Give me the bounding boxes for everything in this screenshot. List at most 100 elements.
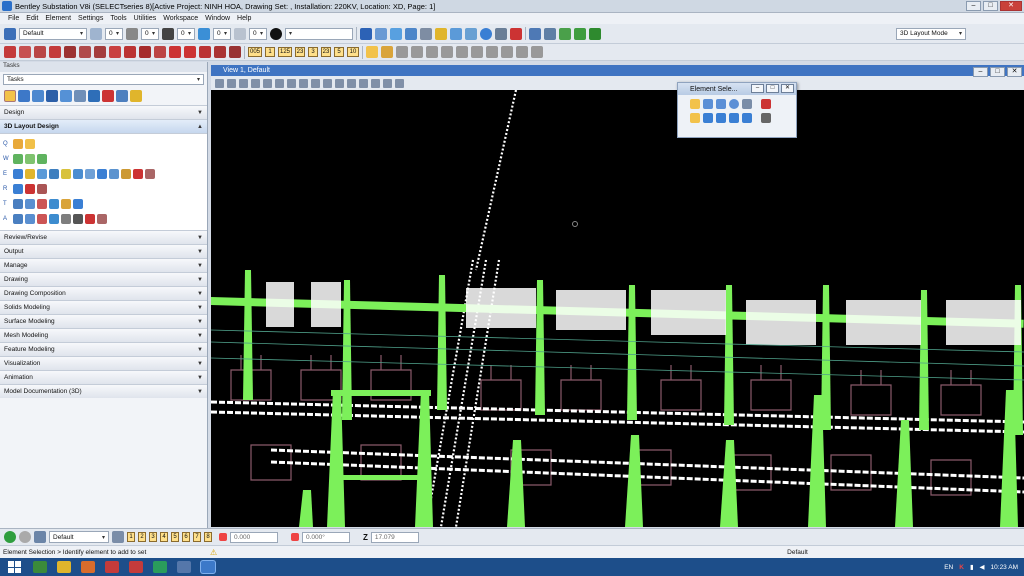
view-5-button[interactable]: 5 [171, 532, 179, 542]
scale-icon[interactable] [74, 90, 86, 102]
fence-icon[interactable] [465, 27, 477, 40]
section-3d-layout-design[interactable]: 3D Layout Design ▲ [0, 119, 207, 133]
layout-tool-icon[interactable] [37, 198, 47, 209]
warning-icon[interactable]: ⚠ [210, 548, 217, 557]
view-settings-icon[interactable] [395, 78, 404, 88]
tower-icon[interactable] [229, 46, 241, 58]
bus-icon[interactable] [124, 46, 136, 58]
layout-tool-icon[interactable] [73, 213, 83, 224]
group-icon[interactable] [130, 90, 142, 102]
layout-tool-icon[interactable] [73, 198, 83, 209]
view-minimize-button[interactable]: – [973, 67, 988, 77]
snap-mid-icon[interactable] [411, 46, 423, 58]
section-model-documentation[interactable]: Model Documentation (3D) ▼ [0, 384, 207, 398]
chrome-icon[interactable] [153, 561, 167, 573]
active-color-icon[interactable] [270, 27, 282, 40]
template-combo[interactable] [285, 27, 353, 40]
layout-tool-icon[interactable] [25, 153, 35, 164]
ground-icon[interactable] [139, 46, 151, 58]
no-entry-icon[interactable] [510, 27, 522, 40]
layout-tool-icon[interactable] [145, 168, 155, 179]
maximize-button[interactable]: □ [983, 1, 998, 11]
layout-tool-icon[interactable] [85, 213, 95, 224]
layout-tool-icon[interactable] [13, 138, 23, 149]
toolbox-maximize-button[interactable]: □ [766, 84, 779, 93]
transparency-combo[interactable]: 0 [213, 27, 231, 40]
line-style-icon[interactable] [126, 27, 138, 40]
forward-icon[interactable] [19, 531, 31, 543]
view-6-button[interactable]: 6 [182, 532, 190, 542]
schematic-icon[interactable] [19, 46, 31, 58]
delete-icon[interactable] [102, 90, 114, 102]
angle-field[interactable]: 0.000° [302, 531, 350, 543]
view-2-button[interactable]: 2 [138, 532, 146, 542]
rotate-view-icon[interactable] [299, 78, 308, 88]
circle-select-icon[interactable] [729, 99, 739, 109]
add-selection-icon[interactable] [703, 113, 713, 123]
new-selection-icon[interactable] [690, 113, 700, 123]
section-animation[interactable]: Animation ▼ [0, 370, 207, 384]
update-view-icon[interactable] [239, 78, 248, 88]
measure-icon[interactable] [495, 27, 507, 40]
close-button[interactable]: ✕ [1000, 1, 1022, 11]
view-maximize-button[interactable]: □ [990, 67, 1005, 77]
display-style-icon[interactable] [227, 78, 236, 88]
layout-tool-icon[interactable] [97, 168, 107, 179]
properties-icon[interactable] [116, 90, 128, 102]
snap-nearest-icon[interactable] [531, 46, 543, 58]
z-field[interactable]: 17.079 [370, 531, 419, 543]
pan-view-icon[interactable] [311, 78, 320, 88]
toolbox-close-button[interactable]: ✕ [781, 84, 794, 93]
priority-combo[interactable]: 0 [249, 27, 267, 40]
layout-tool-icon[interactable] [37, 213, 47, 224]
layout-tool-icon[interactable] [13, 213, 23, 224]
tag-icon[interactable] [94, 46, 106, 58]
view-3-button[interactable]: 3 [149, 532, 157, 542]
layout-tool-icon[interactable] [25, 213, 35, 224]
arrow-down-icon[interactable] [169, 46, 181, 58]
section-feature-modeling[interactable]: Feature Modeling ▼ [0, 342, 207, 356]
terminal-icon[interactable] [64, 46, 76, 58]
tray-k-icon[interactable]: K [959, 564, 964, 571]
layout-tool-icon[interactable] [133, 168, 143, 179]
layout-tool-icon[interactable] [25, 138, 35, 149]
menu-utilities[interactable]: Utilities [134, 15, 157, 22]
fit-view-icon[interactable] [287, 78, 296, 88]
menu-tools[interactable]: Tools [110, 15, 126, 22]
arrow-up-icon[interactable] [184, 46, 196, 58]
layout-tool-icon[interactable] [37, 183, 47, 194]
layout-tool-icon[interactable] [61, 168, 71, 179]
windows-start-icon[interactable] [8, 561, 22, 573]
section-visualization[interactable]: Visualization ▼ [0, 356, 207, 370]
shape-select-icon[interactable] [716, 99, 726, 109]
layout-tool-icon[interactable] [13, 153, 23, 164]
section-surface-modeling[interactable]: Surface Modeling ▼ [0, 314, 207, 328]
layout-tool-icon[interactable] [25, 183, 35, 194]
section-manage[interactable]: Manage ▼ [0, 258, 207, 272]
snap-keypoint-icon[interactable] [396, 46, 408, 58]
cable-icon[interactable] [79, 46, 91, 58]
zoom-out-icon[interactable] [263, 78, 272, 88]
color-icon[interactable] [90, 27, 102, 40]
layout-tool-icon[interactable] [37, 153, 47, 164]
taskbar-app-icon[interactable] [33, 561, 47, 573]
level-combo[interactable]: Default [19, 27, 87, 40]
style-combo[interactable]: 0 [141, 27, 159, 40]
wire-icon[interactable] [34, 46, 46, 58]
selection-icon[interactable] [450, 27, 462, 40]
grid-icon[interactable] [559, 27, 571, 40]
mirror-icon[interactable] [88, 90, 100, 102]
layout-tool-icon[interactable] [97, 213, 107, 224]
layout-tool-icon[interactable] [13, 168, 23, 179]
render-view-icon[interactable] [383, 78, 392, 88]
line-weight-icon[interactable] [162, 27, 174, 40]
rotate-icon[interactable] [60, 90, 72, 102]
panel-icon[interactable] [4, 46, 16, 58]
view-next-icon[interactable] [335, 78, 344, 88]
number-tool-23[interactable]: 23 [295, 47, 305, 57]
number-tool-3[interactable]: 3 [308, 47, 318, 57]
snap-center-icon[interactable] [426, 46, 438, 58]
snap-intersection-icon[interactable] [471, 46, 483, 58]
line-select-icon[interactable] [742, 99, 752, 109]
tasks-combo[interactable]: Tasks [3, 74, 204, 85]
